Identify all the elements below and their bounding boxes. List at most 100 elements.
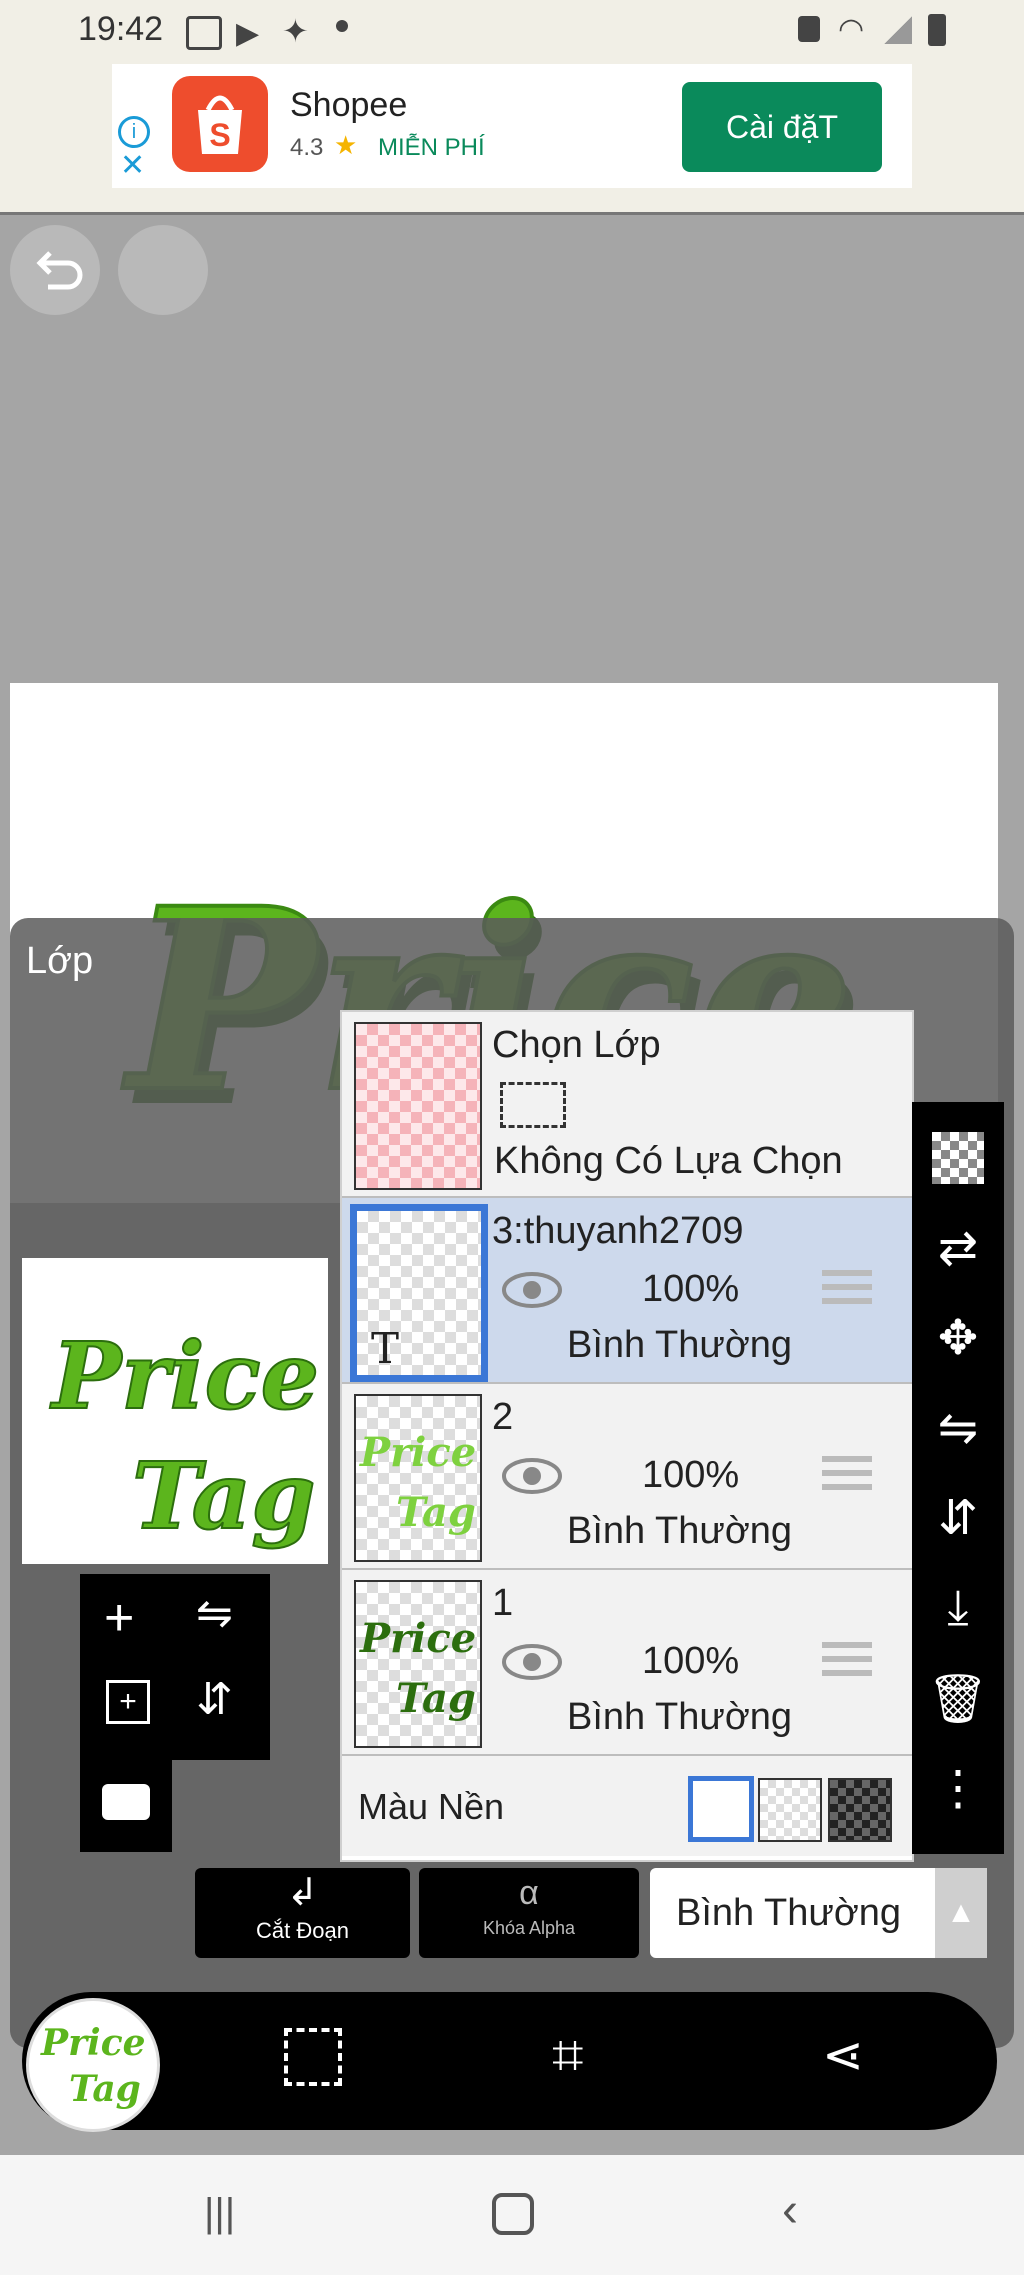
layer-tools: + ⇋ + ⇵	[80, 1574, 270, 1854]
lock-icon	[798, 16, 820, 42]
back-icon[interactable]: ‹	[782, 2183, 798, 2238]
layer-opacity[interactable]: 100%	[642, 1454, 739, 1497]
layer-side-toolbar: ⇄ ✥ ⇋ ⇵ ⤓ 🗑 ⋮	[912, 1102, 1004, 1854]
gallery-icon	[186, 16, 222, 50]
text-layer-icon: T	[371, 1324, 400, 1373]
background-checker-swatch[interactable]	[758, 1778, 822, 1842]
install-button[interactable]: Cài đặT	[682, 82, 882, 172]
svg-text:Price: Price	[40, 2022, 146, 2064]
drag-handle-icon[interactable]	[822, 1270, 872, 1310]
layer-name: 2	[492, 1396, 514, 1438]
layer-name: 3:thuyanh2709	[492, 1210, 744, 1252]
swap-layer-icon[interactable]: ⇄	[912, 1202, 1004, 1294]
android-nav-bar: ||| ‹	[0, 2155, 1024, 2275]
camera-icon[interactable]	[102, 1784, 150, 1820]
more-options-icon[interactable]: ⋮	[912, 1742, 1004, 1834]
wifi-icon: ◠	[838, 13, 865, 46]
duplicate-layer-icon[interactable]: +	[106, 1680, 150, 1724]
undo-button[interactable]	[10, 225, 100, 315]
add-layer-icon[interactable]: +	[104, 1588, 134, 1648]
shopee-logo: S	[172, 76, 268, 172]
alpha-lock-button[interactable]: α Khóa Alpha	[419, 1868, 639, 1958]
layer-thumb: Price Tag	[354, 1580, 482, 1748]
svg-text:Tag: Tag	[396, 1675, 476, 1722]
eye-icon[interactable]	[502, 1454, 562, 1498]
status-bar: 19:42 ▶ ✦ ◠	[0, 0, 1024, 64]
chevron-up-icon: ▲	[935, 1868, 987, 1958]
clip-button[interactable]: ↲ Cắt Đoạn	[195, 1868, 410, 1958]
layer-opacity[interactable]: 100%	[642, 1640, 739, 1683]
layer-blend-mode[interactable]: Bình Thường	[567, 1324, 792, 1367]
ad-price: MIỄN PHÍ	[378, 134, 485, 161]
alpha-lock-label: Khóa Alpha	[482, 1918, 576, 1938]
flip-vertical-icon[interactable]: ⇵	[196, 1674, 233, 1725]
preview-text-2: Tag	[132, 1442, 316, 1550]
play-store-icon: ▶	[236, 17, 260, 50]
layer-thumb: T	[350, 1204, 488, 1382]
layer-opacity[interactable]: 100%	[642, 1268, 739, 1311]
share-icon[interactable]: ⋖	[822, 2026, 864, 2084]
flip-horizontal-icon[interactable]: ⇋	[912, 1382, 1004, 1474]
redo-button[interactable]	[118, 225, 208, 315]
drag-handle-icon[interactable]	[822, 1456, 872, 1496]
layer-row[interactable]: Price Tag 1 100% Bình Thường	[342, 1570, 912, 1757]
svg-text:S: S	[209, 117, 230, 153]
drag-handle-icon[interactable]	[822, 1642, 872, 1682]
merge-down-icon[interactable]: ⤓	[912, 1562, 1004, 1654]
layer-name: 1	[492, 1582, 514, 1624]
ad-banner: i ✕ S Shopee 4.3 ★ MIỄN PHÍ Cài đặT	[0, 64, 1024, 215]
artwork-thumbnail[interactable]: Price Tag	[26, 1998, 160, 2132]
canvas-preview[interactable]: Price Tag	[22, 1258, 328, 1564]
move-icon[interactable]: ✥	[912, 1292, 1004, 1384]
status-time: 19:42	[78, 10, 164, 48]
selection-icon	[500, 1082, 566, 1128]
magic-wand-icon: ✦	[282, 13, 309, 49]
notification-dot-icon	[336, 20, 348, 32]
layer-blend-mode[interactable]: Bình Thường	[567, 1510, 792, 1553]
layer-thumb: Price Tag	[354, 1394, 482, 1562]
battery-icon	[928, 14, 946, 46]
expand-selection-icon[interactable]	[284, 2028, 342, 2086]
clip-icon: ↲	[286, 1872, 319, 1914]
home-icon[interactable]	[492, 2193, 534, 2235]
panel-title: Lớp	[26, 940, 94, 982]
blend-mode-value: Bình Thường	[676, 1892, 902, 1934]
svg-text:Price: Price	[359, 1429, 476, 1476]
ad-rating: 4.3	[290, 134, 324, 161]
ad-close-icon[interactable]: ✕	[120, 148, 145, 183]
ad-card[interactable]: i ✕ S Shopee 4.3 ★ MIỄN PHÍ Cài đặT	[112, 64, 912, 188]
star-icon: ★	[334, 130, 358, 160]
clip-label: Cắt Đoạn	[256, 1918, 349, 1943]
ad-info-icon[interactable]: i	[118, 116, 150, 148]
selection-thumb	[354, 1022, 482, 1190]
svg-text:Tag: Tag	[69, 2068, 141, 2110]
flip-horizontal-icon[interactable]: ⇋	[196, 1588, 233, 1639]
layer-options-row: ↲ Cắt Đoạn α Khóa Alpha Bình Thường ▲	[195, 1868, 987, 1960]
preview-text-1: Price	[49, 1322, 319, 1430]
background-row: Màu Nền	[342, 1756, 912, 1856]
select-layer-row[interactable]: Chọn Lớp Không Có Lựa Chọn	[342, 1012, 912, 1199]
signal-icon	[884, 16, 912, 44]
eye-icon[interactable]	[502, 1268, 562, 1312]
recent-apps-icon[interactable]: |||	[204, 2191, 235, 2236]
background-label: Màu Nền	[358, 1786, 505, 1827]
layer-row[interactable]: Price Tag 2 100% Bình Thường	[342, 1384, 912, 1571]
transparency-icon[interactable]	[912, 1112, 1004, 1204]
layer-blend-mode[interactable]: Bình Thường	[567, 1696, 792, 1739]
alpha-lock-icon: α	[519, 1874, 539, 1912]
ad-app-name: Shopee	[290, 86, 408, 124]
background-dark-swatch[interactable]	[828, 1778, 892, 1842]
bottom-toolbar: ⌗ ⋖	[22, 1992, 997, 2130]
undo-icon	[36, 251, 83, 290]
trash-icon[interactable]: 🗑	[912, 1652, 1004, 1744]
eye-icon[interactable]	[502, 1640, 562, 1684]
crop-edit-icon[interactable]: ⌗	[552, 2022, 584, 2089]
select-layer-title: Chọn Lớp	[492, 1024, 661, 1066]
blend-mode-select[interactable]: Bình Thường ▲	[650, 1868, 987, 1958]
layer-row[interactable]: T 3:thuyanh2709 100% Bình Thường	[342, 1198, 912, 1385]
background-white-swatch[interactable]	[688, 1776, 754, 1842]
flip-vertical-icon[interactable]: ⇵	[912, 1472, 1004, 1564]
select-layer-subtitle: Không Có Lựa Chọn	[494, 1140, 843, 1182]
layer-list: Chọn Lớp Không Có Lựa Chọn T 3:thuyanh27…	[340, 1010, 914, 1862]
svg-text:Tag: Tag	[396, 1489, 476, 1536]
